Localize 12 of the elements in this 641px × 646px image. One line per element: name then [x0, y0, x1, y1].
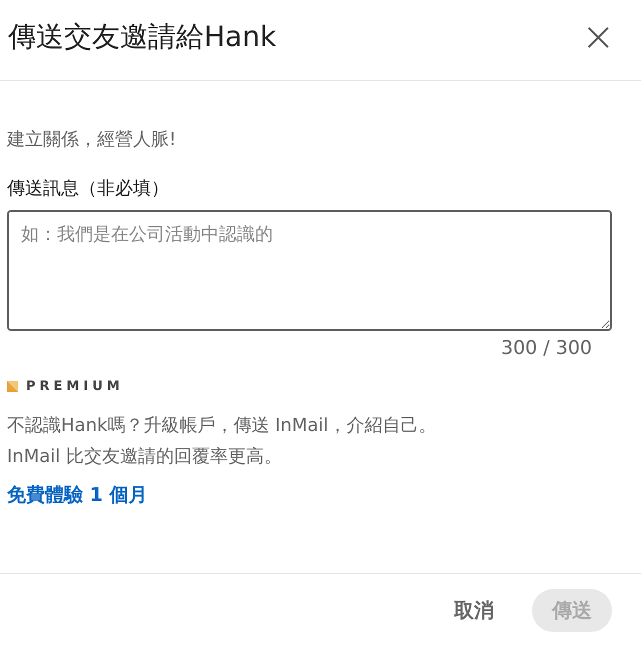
premium-icon	[7, 381, 18, 392]
message-label: 傳送訊息（非必填）	[7, 177, 169, 200]
character-counter: 300 / 300	[500, 337, 592, 359]
message-field[interactable]: 如：我們是在公司活動中認識的	[7, 210, 612, 331]
close-button[interactable]: ×	[577, 17, 619, 57]
subtitle: 建立關係，經營人脈!	[7, 128, 176, 151]
premium-text: 不認識Hank嗎？升級帳戶，傳送 InMail，介紹自己。	[7, 414, 436, 438]
dialog-title: 傳送交友邀請給Hank	[8, 19, 276, 55]
premium-label: PREMIUM	[26, 379, 124, 394]
premium-text: InMail 比交友邀請的回覆率更高。	[7, 445, 282, 469]
cancel-button[interactable]: 取消	[434, 588, 514, 632]
free-trial-link[interactable]: 免費體驗 1 個月	[7, 482, 148, 508]
